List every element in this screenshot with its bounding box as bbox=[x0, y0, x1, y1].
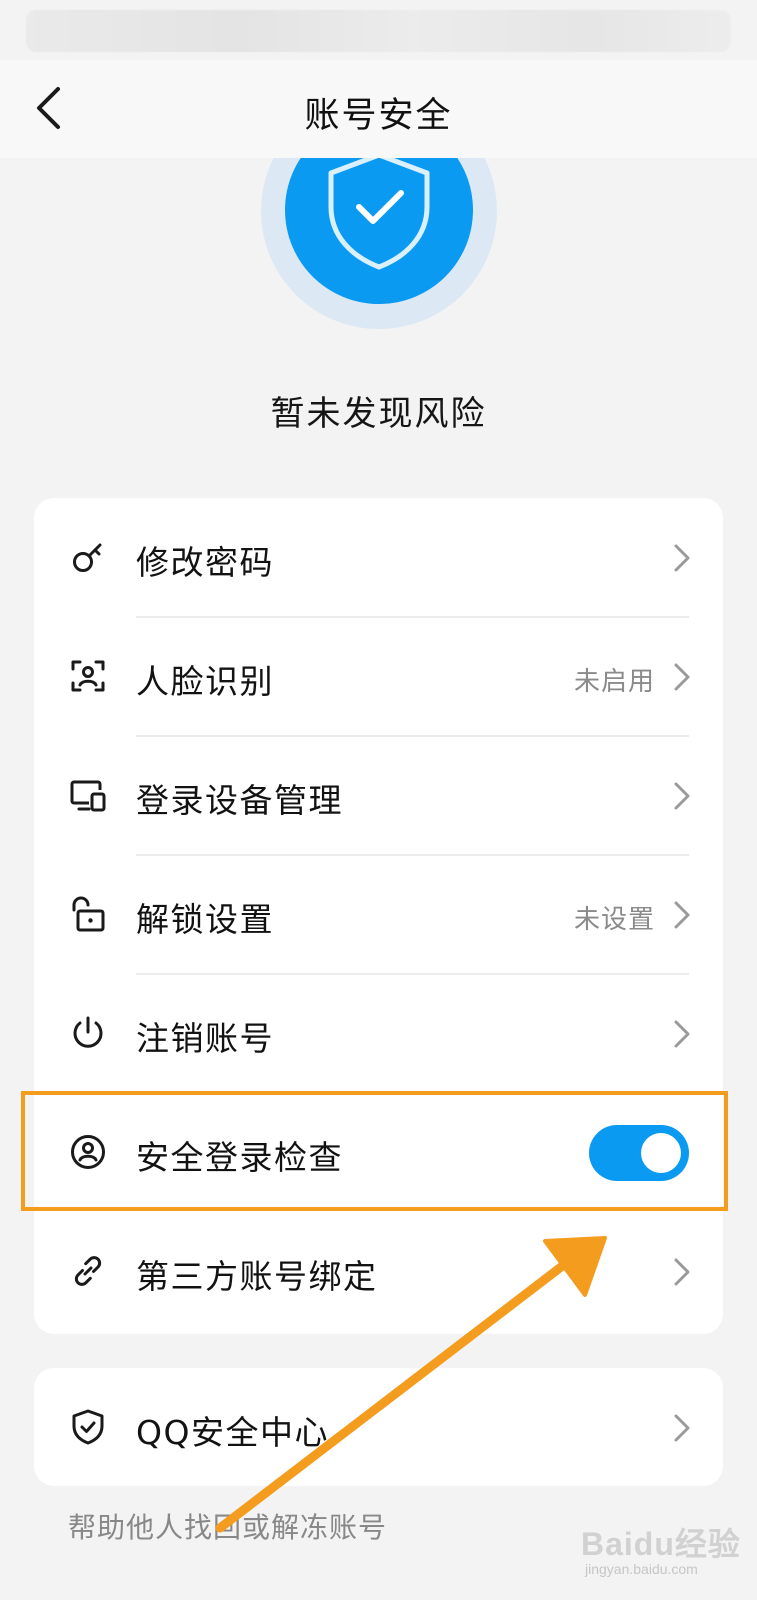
status-bar bbox=[26, 10, 731, 52]
chevron-right-icon bbox=[674, 1020, 690, 1048]
menu-item-device-management[interactable]: 登录设备管理 bbox=[34, 736, 723, 855]
baidu-watermark: Baidu经验 jingyan.baidu.com bbox=[575, 1515, 745, 1585]
chevron-right-icon bbox=[674, 663, 690, 691]
menu-item-label: QQ安全中心 bbox=[136, 1413, 329, 1452]
page-title: 账号安全 bbox=[304, 96, 453, 136]
chevron-right-icon bbox=[674, 1414, 690, 1442]
devices-icon bbox=[69, 776, 107, 814]
unlock-icon bbox=[69, 895, 107, 933]
power-icon bbox=[69, 1014, 107, 1052]
chevron-right-icon bbox=[674, 1258, 690, 1286]
menu-item-label: 登录设备管理 bbox=[136, 781, 343, 820]
menu-item-change-password[interactable]: 修改密码 bbox=[34, 498, 723, 617]
security-status-text: 暂未发现风险 bbox=[270, 394, 487, 434]
chevron-right-icon bbox=[674, 544, 690, 572]
watermark-logo-text: Baidu经验 bbox=[581, 1526, 741, 1562]
menu-item-status: 未设置 bbox=[573, 905, 655, 935]
menu-item-label: 解锁设置 bbox=[136, 900, 274, 939]
menu-item-status: 未启用 bbox=[573, 667, 655, 697]
menu-item-label: 第三方账号绑定 bbox=[136, 1257, 378, 1296]
security-status-hero: 暂未发现风险 bbox=[0, 158, 757, 458]
link-icon bbox=[69, 1252, 107, 1290]
shield-check-icon bbox=[328, 158, 430, 270]
user-circle-icon bbox=[69, 1133, 107, 1171]
menu-item-third-party-binding[interactable]: 第三方账号绑定 bbox=[34, 1212, 723, 1331]
menu-item-label: 人脸识别 bbox=[136, 662, 274, 701]
secure-login-check-toggle[interactable] bbox=[589, 1125, 689, 1181]
chevron-right-icon bbox=[674, 782, 690, 810]
face-scan-icon bbox=[69, 657, 107, 695]
menu-item-face-recognition[interactable]: 人脸识别 未启用 bbox=[34, 617, 723, 736]
menu-item-qq-security-center[interactable]: QQ安全中心 bbox=[34, 1368, 723, 1487]
toggle-knob bbox=[641, 1133, 681, 1173]
top-nav-bar: 账号安全 bbox=[0, 60, 757, 158]
shield-check-icon bbox=[69, 1408, 107, 1446]
menu-item-label: 注销账号 bbox=[136, 1019, 274, 1058]
qq-security-card: QQ安全中心 bbox=[34, 1368, 723, 1486]
watermark-url-text: jingyan.baidu.com bbox=[585, 1561, 698, 1577]
menu-item-unlock-settings[interactable]: 解锁设置 未设置 bbox=[34, 855, 723, 974]
key-icon bbox=[69, 538, 107, 576]
menu-item-cancel-account[interactable]: 注销账号 bbox=[34, 974, 723, 1093]
menu-item-label: 安全登录检查 bbox=[136, 1138, 343, 1177]
menu-item-secure-login-check: 安全登录检查 bbox=[34, 1093, 723, 1212]
security-settings-card: 修改密码 人脸识别 未启用 登录设备管理 解锁设置 未设置 注销账号 安全登录检… bbox=[34, 498, 723, 1334]
chevron-right-icon bbox=[674, 901, 690, 929]
help-others-recover-link[interactable]: 帮助他人找回或解冻账号 bbox=[68, 1506, 387, 1546]
menu-item-label: 修改密码 bbox=[136, 543, 274, 582]
